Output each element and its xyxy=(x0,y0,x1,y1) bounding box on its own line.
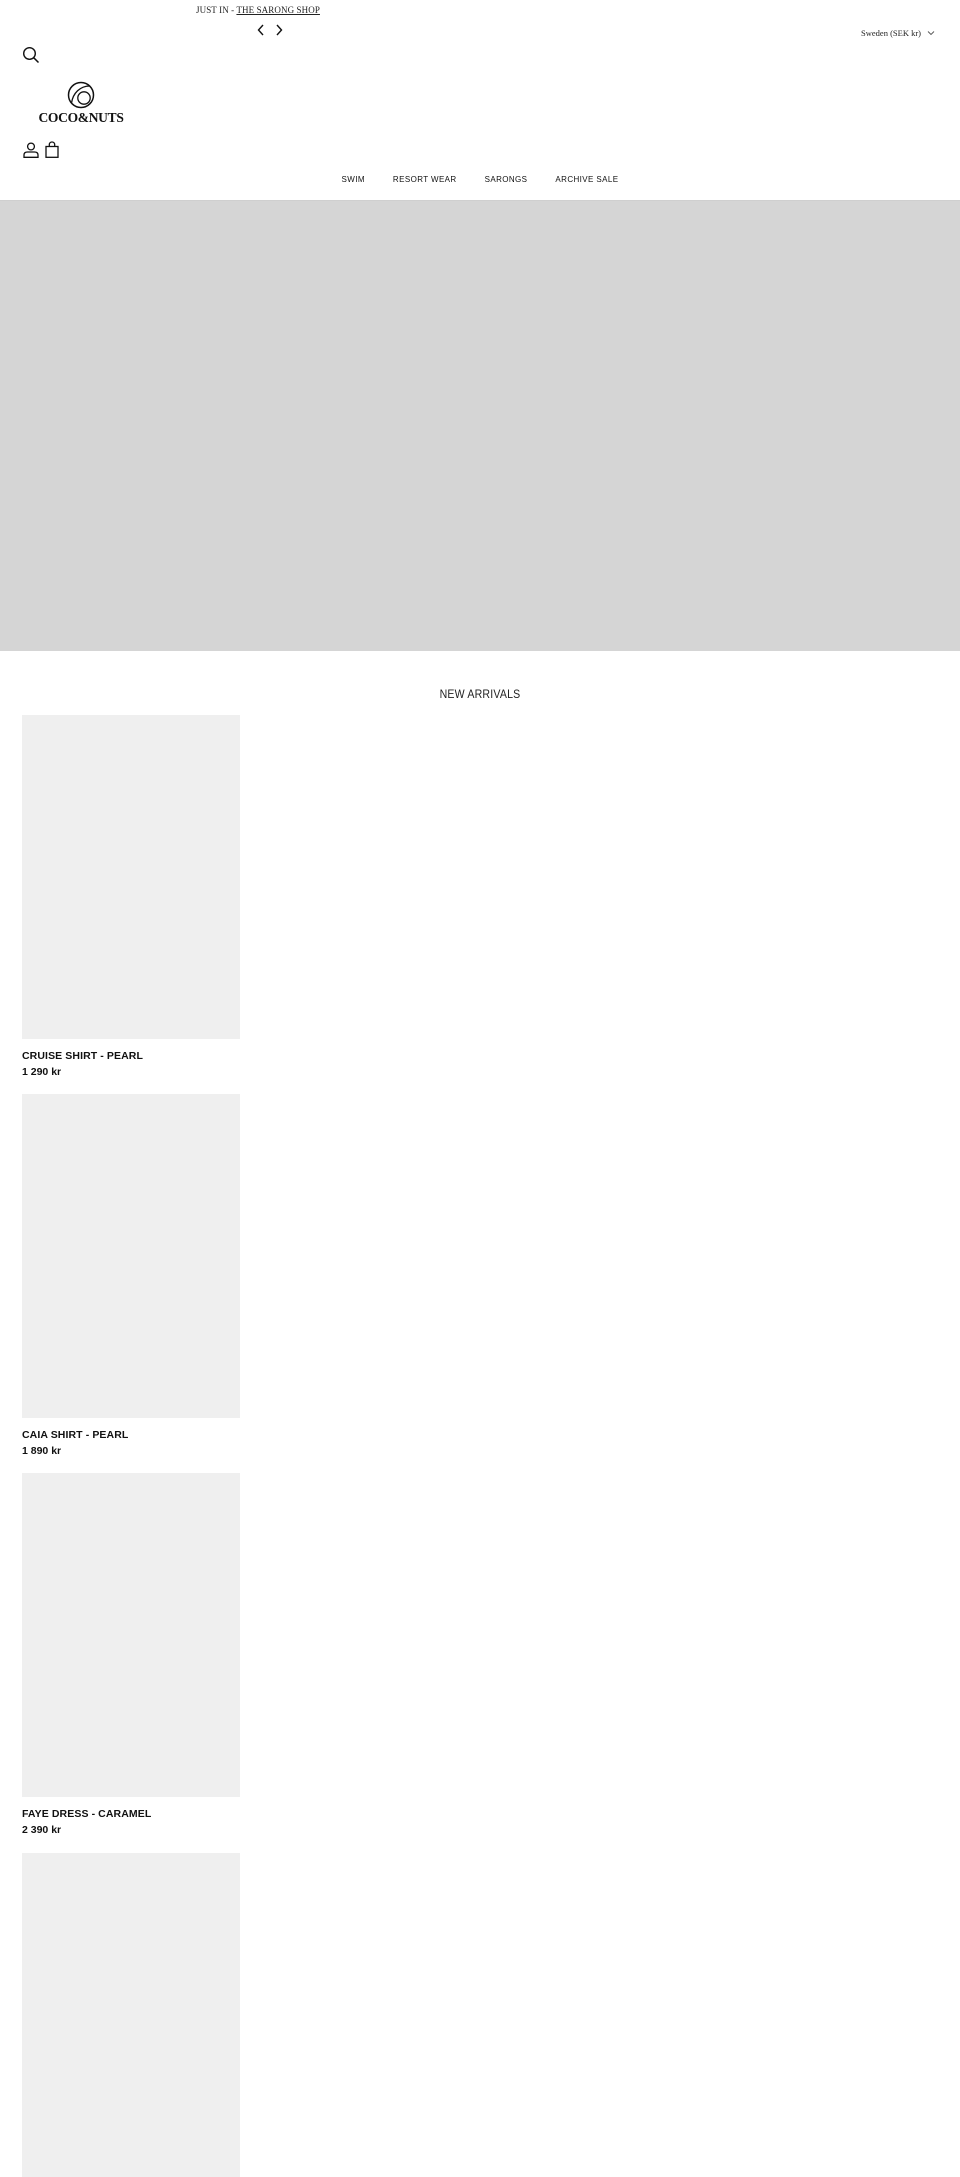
user-icon xyxy=(23,142,39,158)
product-card[interactable]: CAIA SHIRT - PEARL 1 890 kr xyxy=(22,1094,240,1457)
announcement-nav xyxy=(256,23,284,37)
product-card[interactable] xyxy=(22,1853,240,2177)
account-button[interactable] xyxy=(23,142,39,158)
product-name[interactable]: CRUISE SHIRT - PEARL xyxy=(22,1050,240,1062)
nav-item-swim[interactable]: SWIM xyxy=(342,175,365,184)
announcement-bar: JUST IN - THE SARONG SHOP xyxy=(196,5,320,15)
product-card[interactable]: FAYE DRESS - CARAMEL 2 390 kr xyxy=(22,1473,240,1836)
site-logo[interactable]: COCO&NUTS xyxy=(38,81,124,126)
shopping-bag-icon xyxy=(45,141,59,158)
hero-banner[interactable] xyxy=(0,200,960,651)
product-card[interactable]: CRUISE SHIRT - PEARL 1 290 kr xyxy=(22,715,240,1078)
product-image[interactable] xyxy=(22,715,240,1039)
locale-label: Sweden (SEK kr) xyxy=(861,28,921,38)
logo-text: COCO&NUTS xyxy=(38,110,124,125)
product-image[interactable] xyxy=(22,1094,240,1418)
product-price: 1 290 kr xyxy=(22,1066,62,1078)
section-title-new-arrivals: NEW ARRIVALS xyxy=(439,689,521,701)
product-image[interactable] xyxy=(22,1853,240,2177)
announcement-link[interactable]: THE SARONG SHOP xyxy=(236,5,320,15)
announcement-next-button[interactable] xyxy=(274,23,284,37)
main-navigation: SWIM RESORT WEAR SARONGS ARCHIVE SALE xyxy=(0,175,960,184)
search-button[interactable] xyxy=(22,46,40,64)
cart-button[interactable] xyxy=(45,141,59,158)
nav-item-sarongs[interactable]: SARONGS xyxy=(485,175,528,184)
nav-item-resort-wear[interactable]: RESORT WEAR xyxy=(393,175,457,184)
logo-mark-icon xyxy=(67,81,95,109)
product-name[interactable]: FAYE DRESS - CARAMEL xyxy=(22,1808,240,1820)
country-currency-selector[interactable]: Sweden (SEK kr) xyxy=(861,28,935,38)
product-name[interactable]: CAIA SHIRT - PEARL xyxy=(22,1429,240,1441)
chevron-down-icon xyxy=(927,31,935,36)
nav-item-archive-sale[interactable]: ARCHIVE SALE xyxy=(555,175,618,184)
chevron-right-icon xyxy=(276,24,283,36)
product-price: 1 890 kr xyxy=(22,1445,62,1457)
chevron-left-icon xyxy=(257,24,264,36)
product-price: 2 390 kr xyxy=(22,1824,62,1836)
announcement-prev-button[interactable] xyxy=(256,23,266,37)
announcement-text: JUST IN - xyxy=(196,5,237,15)
product-image[interactable] xyxy=(22,1473,240,1797)
search-icon xyxy=(22,46,40,64)
